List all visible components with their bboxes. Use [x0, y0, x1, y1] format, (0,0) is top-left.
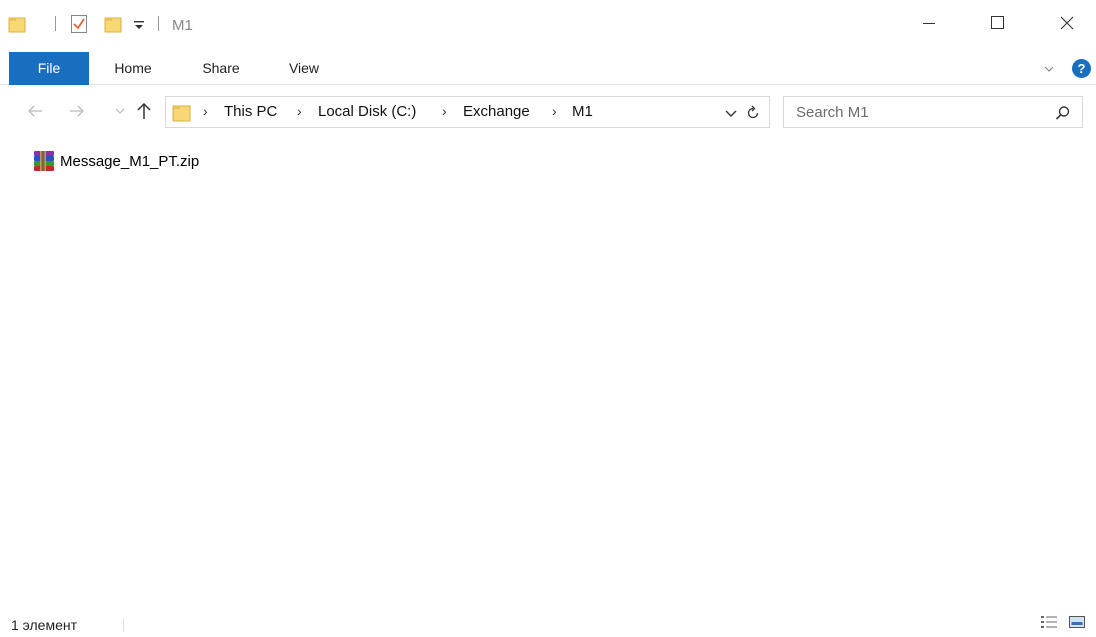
search-box[interactable] [783, 96, 1083, 128]
customize-qat-dropdown-icon[interactable] [132, 19, 146, 31]
status-bar: 1 элемент [0, 610, 1096, 637]
tab-file[interactable]: File [9, 52, 89, 85]
title-bar: M1 [0, 6, 1096, 44]
ribbon-tabs: File Home Share View ? [0, 52, 1096, 85]
qat-separator [158, 16, 159, 31]
maximize-icon [991, 16, 1004, 29]
minimize-icon [923, 23, 935, 24]
maximize-button[interactable] [975, 6, 1021, 40]
chevron-down-icon [115, 108, 125, 114]
breadcrumb-separator-icon[interactable]: › [442, 103, 447, 119]
tab-view[interactable]: View [277, 52, 331, 85]
up-button[interactable] [133, 100, 155, 122]
refresh-icon[interactable] [744, 104, 762, 122]
file-list[interactable]: Message_M1_PT.zip [0, 136, 1096, 606]
help-icon[interactable]: ? [1072, 59, 1091, 78]
breadcrumb-separator-icon[interactable]: › [203, 103, 208, 119]
address-bar[interactable]: › This PC › Local Disk (C:) › Exchange ›… [165, 96, 770, 128]
minimize-button[interactable] [906, 6, 952, 40]
breadcrumb-exchange[interactable]: Exchange [463, 103, 530, 120]
details-view-icon[interactable] [1040, 614, 1058, 630]
address-history-chevron-icon[interactable] [723, 105, 739, 121]
navigation-bar: › This PC › Local Disk (C:) › Exchange ›… [0, 92, 1096, 132]
tab-home[interactable]: Home [104, 52, 162, 85]
breadcrumb-this-pc[interactable]: This PC [224, 103, 277, 120]
forward-button[interactable] [66, 100, 88, 122]
search-input[interactable] [784, 97, 1044, 127]
large-icons-view-icon[interactable] [1068, 614, 1086, 630]
file-name: Message_M1_PT.zip [60, 152, 200, 170]
window-title: M1 [172, 17, 193, 34]
folder-icon [8, 17, 26, 33]
breadcrumb-separator-icon[interactable]: › [297, 103, 302, 119]
breadcrumb-local-disk[interactable]: Local Disk (C:) [318, 103, 416, 120]
forward-arrow-icon [70, 105, 84, 117]
back-arrow-icon [28, 105, 42, 117]
expand-ribbon-chevron-icon[interactable] [1042, 62, 1056, 76]
back-button[interactable] [24, 100, 46, 122]
close-icon [1060, 16, 1074, 30]
tab-share[interactable]: Share [190, 52, 252, 85]
breadcrumb-separator-icon[interactable]: › [552, 103, 557, 119]
qat-separator [55, 16, 56, 31]
up-arrow-icon [137, 102, 151, 119]
properties-check-icon[interactable] [70, 14, 88, 34]
winrar-archive-icon [34, 151, 54, 171]
list-item[interactable]: Message_M1_PT.zip [32, 149, 199, 173]
new-folder-icon[interactable] [104, 15, 122, 33]
folder-icon [172, 105, 191, 122]
item-count: 1 элемент [11, 617, 78, 633]
close-button[interactable] [1044, 6, 1090, 40]
breadcrumb-m1[interactable]: M1 [572, 103, 593, 120]
status-separator [123, 618, 124, 632]
search-icon[interactable] [1054, 104, 1072, 122]
recent-locations-button[interactable] [109, 100, 131, 122]
